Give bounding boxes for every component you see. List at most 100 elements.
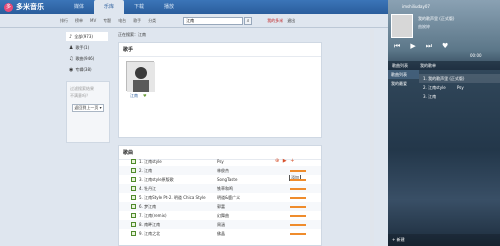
category-label: 歌手(1)	[75, 45, 90, 50]
logout-link[interactable]: 退出	[287, 18, 295, 24]
prev-icon[interactable]: ⏮	[394, 42, 410, 50]
playlist-item[interactable]: 我的最爱	[388, 79, 419, 88]
tab-library[interactable]: 乐库	[94, 0, 125, 14]
queue-item[interactable]: 1. 我的歌声里 (正式版)	[419, 74, 500, 83]
song-singer[interactable]: 郭富	[217, 202, 225, 211]
my-domi-link[interactable]: 我的多米	[267, 18, 283, 24]
now-playing-title: 我的歌声里 (正式版)	[418, 16, 455, 21]
playlist-item[interactable]: 歌曲列表	[388, 70, 419, 79]
nav-link-singer[interactable]: 歌手	[133, 18, 141, 24]
song-row[interactable]: 3. 江南style原版歌 SongTaste	[119, 175, 321, 184]
song-row[interactable]: 1. 江南style Psy	[119, 157, 321, 166]
song-row[interactable]: 8. 南畔江南 周涵	[119, 220, 321, 229]
main-content: 正在搜索：江南 歌手 江南 ♥ 歌曲 ⊕ ▶ + 添加 1. 江南style P…	[112, 29, 388, 246]
nav-link-rank[interactable]: 排行	[60, 18, 68, 24]
song-index: 8	[139, 222, 142, 227]
player-panel: imshiliuday07 我的歌声里 (正式版) 曲婉婷 ⏮▶⏭♥ 00:00…	[388, 0, 500, 246]
song-title[interactable]: 江南之北	[144, 231, 160, 236]
song-checkbox[interactable]	[131, 177, 136, 182]
nav-link-topic[interactable]: 专题	[103, 18, 111, 24]
nav-link-board[interactable]: 榜单	[75, 18, 83, 24]
queue-item-title: 3. 江南	[423, 94, 437, 99]
song-row[interactable]: 2. 江南 林俊杰	[119, 166, 321, 175]
nav-link-mv[interactable]: MV	[90, 18, 96, 23]
song-singer[interactable]: 林俊杰	[217, 166, 229, 175]
album-cover[interactable]	[391, 14, 413, 38]
play-icon[interactable]: ▶	[410, 42, 425, 50]
search-input[interactable]	[183, 16, 244, 25]
song-title[interactable]: 江南	[144, 168, 152, 173]
player-tabs: 歌曲列表 我的歌单	[388, 61, 500, 70]
filter-hint: 过滤搜索结果 不满意吗？	[67, 82, 109, 102]
song-row[interactable]: 9. 江南之北 佛晶	[119, 229, 321, 238]
search-icon[interactable]: ⌕	[244, 16, 253, 25]
back-button[interactable]: 返回到上一页 ▾	[72, 104, 104, 112]
title-bar: 多 多米音乐 媒体 乐库 下载 播放	[0, 0, 388, 14]
song-checkbox[interactable]	[131, 204, 136, 209]
song-title[interactable]: 牡丹江	[144, 186, 156, 191]
note-icon: ♪	[69, 34, 73, 40]
song-row[interactable]: 5. 江南Style Pt-2. 明道 Chica Style 明道&鹿广义	[119, 193, 321, 202]
song-singer[interactable]: 铁草和鸣	[217, 184, 233, 193]
song-singer[interactable]: SongTaste	[217, 175, 237, 184]
song-checkbox[interactable]	[131, 195, 136, 200]
playlist-sidebar: 歌曲列表 我的最爱	[388, 70, 419, 88]
tab-download[interactable]: 下载	[124, 0, 154, 14]
category-singer[interactable]: ♟ 歌手(1)	[66, 43, 108, 52]
favorite-icon[interactable]: ♥	[442, 42, 458, 50]
heart-icon[interactable]: ♥	[143, 93, 147, 98]
song-title[interactable]: 江南(remix)	[144, 213, 167, 218]
category-album[interactable]: ◉ 专辑(38)	[66, 65, 108, 74]
song-title[interactable]: 江南style原版歌	[144, 177, 174, 182]
song-index: 4	[139, 186, 142, 191]
song-title[interactable]: 江南Style Pt-2. 明道 Chica Style	[144, 195, 206, 200]
song-singer[interactable]: 明道&鹿广义	[217, 193, 240, 202]
next-icon[interactable]: ⏭	[426, 42, 442, 50]
content-scrollbar[interactable]	[370, 29, 374, 246]
song-singer[interactable]: 佛晶	[217, 229, 225, 238]
left-sidebar: ♪ 全部(973) ♟ 歌手(1) ♫ 歌曲(946) ◉ 专辑(38) 过滤搜索结果 …	[0, 29, 112, 246]
new-playlist-button[interactable]: + 新建	[388, 234, 500, 246]
song-title[interactable]: 江南style	[144, 159, 162, 164]
breadcrumb: 正在搜索：江南	[118, 32, 146, 37]
app-name: 多米音乐	[16, 4, 44, 11]
song-checkbox[interactable]	[131, 222, 136, 227]
song-checkbox[interactable]	[131, 213, 136, 218]
player-user-label: imshiliuday07	[402, 4, 430, 9]
song-row[interactable]: 4. 牡丹江 铁草和鸣	[119, 184, 321, 193]
tab-my-playlists[interactable]: 我的歌单	[420, 63, 436, 69]
song-checkbox[interactable]	[131, 186, 136, 191]
queue-item-title: 2. 江南style	[423, 85, 446, 90]
song-singer[interactable]: Psy	[217, 157, 224, 166]
song-checkbox[interactable]	[131, 168, 136, 173]
song-singer[interactable]: 幻舞曲	[217, 211, 229, 220]
play-time: 00:00	[470, 53, 482, 58]
queue-item[interactable]: 3. 江南	[419, 92, 500, 101]
tab-song-list[interactable]: 歌曲列表	[392, 63, 408, 69]
tab-play[interactable]: 播放	[154, 0, 184, 14]
popularity-bar	[290, 224, 306, 226]
song-index: 6	[139, 204, 142, 209]
singer-photo[interactable]	[126, 61, 155, 92]
popularity-bar	[290, 233, 306, 235]
popularity-bar	[290, 179, 306, 181]
tab-media[interactable]: 媒体	[64, 0, 94, 14]
category-all[interactable]: ♪ 全部(973)	[66, 32, 108, 41]
category-song[interactable]: ♫ 歌曲(946)	[66, 54, 108, 63]
nav-link-radio[interactable]: 电台	[118, 18, 126, 24]
song-row[interactable]: 7. 江南(remix) 幻舞曲	[119, 211, 321, 220]
song-checkbox[interactable]	[131, 159, 136, 164]
singer-section: 歌手 江南 ♥	[118, 42, 322, 138]
song-title[interactable]: 梦江南	[144, 204, 156, 209]
song-singer[interactable]: 周涵	[217, 220, 225, 229]
song-checkbox[interactable]	[131, 231, 136, 236]
song-title[interactable]: 南畔江南	[144, 222, 160, 227]
queue-item-artist: Psy	[456, 85, 464, 90]
song-index: 2	[139, 168, 142, 173]
popularity-bar	[290, 206, 306, 208]
queue-item[interactable]: 2. 江南style Psy	[419, 83, 500, 92]
singer-name-link[interactable]: 江南	[130, 93, 138, 99]
song-row[interactable]: 6. 梦江南 郭富	[119, 202, 321, 211]
sub-nav: 排行 榜单 MV 专题 电台 歌手 分类 ⌕ 我的多米 退出	[0, 14, 388, 28]
nav-link-category[interactable]: 分类	[148, 18, 156, 24]
